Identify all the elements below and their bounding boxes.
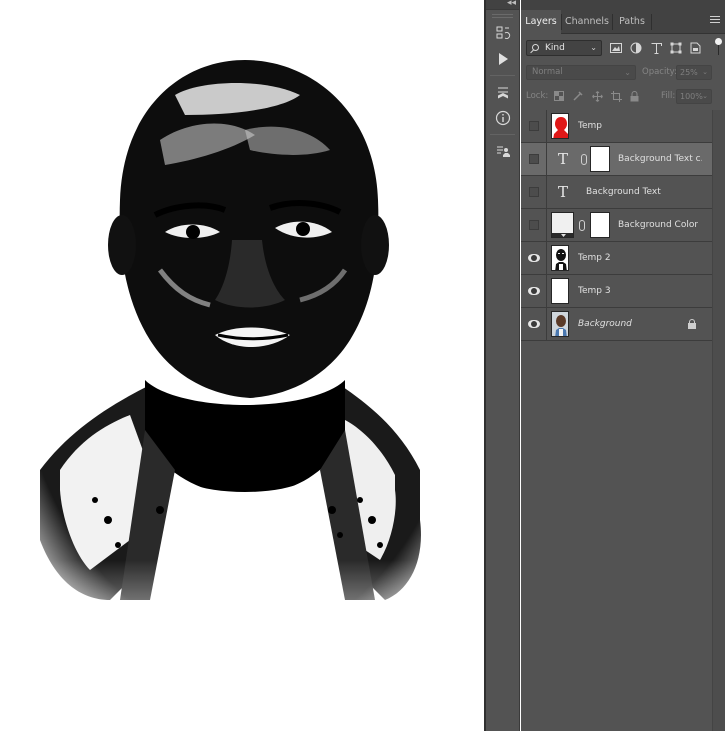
panel-icon-strip	[486, 0, 520, 731]
layer-name: Temp 2	[578, 253, 611, 263]
layer-row-background[interactable]: Background	[521, 308, 712, 341]
layers-list: Temp T Background Text c... T Background…	[521, 110, 712, 341]
tab-paths[interactable]: Paths	[613, 10, 651, 34]
filter-kind-select[interactable]: Kind ⌄	[526, 40, 602, 56]
layers-scrollbar[interactable]	[712, 110, 725, 731]
layer-row-temp[interactable]: Temp	[521, 110, 712, 143]
layer-thumbnail	[551, 245, 569, 271]
blend-mode-select[interactable]: Normal ⌄	[526, 65, 636, 80]
lock-row: Lock: Fill: 100% ⌄	[521, 87, 725, 107]
chevron-down-icon: ⌄	[590, 43, 597, 52]
layer-row-temp-3[interactable]: Temp 3	[521, 275, 712, 308]
panel-header-strip: ◂◂	[507, 0, 725, 10]
strip-separator	[490, 134, 515, 135]
visibility-toggle[interactable]	[521, 110, 547, 142]
layer-name: Temp 3	[578, 286, 611, 296]
layer-name: Background Color	[618, 220, 699, 230]
lock-transparent-pixels-icon[interactable]	[553, 90, 565, 102]
type-layer-icon: T	[557, 150, 568, 168]
chevron-down-icon: ⌄	[624, 68, 631, 77]
strip-separator	[490, 75, 515, 76]
visibility-toggle[interactable]	[521, 275, 547, 307]
layer-mask-thumbnail[interactable]	[590, 146, 610, 172]
strip-grip[interactable]	[492, 14, 513, 18]
blend-row: Normal ⌄ Opacity: 25% ⌄	[521, 63, 725, 83]
layer-thumbnail	[551, 311, 569, 337]
opacity-label: Opacity:	[642, 67, 677, 77]
tab-separator	[651, 14, 652, 30]
info-icon[interactable]	[486, 107, 520, 129]
document-canvas[interactable]	[0, 0, 484, 731]
chevron-down-icon: ⌄	[702, 68, 708, 76]
layer-name: Background Text	[586, 187, 661, 197]
filter-toggle-switch[interactable]	[715, 38, 722, 56]
eye-icon	[527, 254, 540, 262]
visibility-toggle[interactable]	[521, 308, 547, 340]
visibility-off-box	[528, 121, 539, 131]
pixel-filter-icon[interactable]	[609, 41, 623, 55]
adjustment-filter-icon[interactable]	[629, 41, 643, 55]
type-layer-icon: T	[557, 183, 568, 201]
smart-object-filter-icon[interactable]	[688, 41, 702, 55]
opacity-value: 25%	[680, 68, 698, 77]
layer-name: Background	[578, 319, 632, 329]
eye-icon	[527, 320, 540, 328]
layer-thumbnail	[551, 278, 569, 304]
layer-row-background-text-copy[interactable]: T Background Text c...	[521, 143, 712, 176]
chevron-down-icon: ⌄	[702, 92, 708, 100]
visibility-toggle[interactable]	[521, 242, 547, 274]
history-icon[interactable]	[486, 22, 520, 44]
fill-layer-thumbnail	[551, 212, 574, 238]
panel-menu-icon[interactable]	[710, 16, 720, 28]
link-chain-icon[interactable]	[581, 154, 587, 165]
visibility-off-box	[528, 187, 539, 197]
shape-filter-icon[interactable]	[669, 41, 683, 55]
layers-panel: ◂◂ Layers Channels Paths Kind ⌄ Normal ⌄…	[507, 0, 725, 731]
visibility-off-box	[528, 220, 539, 230]
fill-value: 100%	[680, 92, 703, 101]
layer-thumbnail	[551, 113, 569, 139]
search-icon	[532, 44, 539, 51]
lock-image-pixels-icon[interactable]	[572, 90, 584, 102]
play-action-icon[interactable]	[486, 48, 520, 70]
opacity-field[interactable]: 25% ⌄	[676, 65, 712, 80]
tab-layers[interactable]: Layers	[521, 10, 561, 35]
link-chain-icon[interactable]	[579, 220, 585, 231]
clone-source-icon[interactable]	[486, 140, 520, 162]
layer-mask-thumbnail[interactable]	[590, 212, 610, 238]
lock-artboard-icon[interactable]	[610, 90, 622, 102]
type-filter-icon[interactable]	[649, 41, 663, 55]
lock-all-icon[interactable]	[628, 90, 640, 102]
eye-icon	[527, 287, 540, 295]
collapse-panels-icon[interactable]: ◂◂	[507, 0, 516, 8]
blend-mode-value: Normal	[532, 67, 563, 77]
visibility-toggle[interactable]	[521, 143, 547, 175]
visibility-toggle[interactable]	[521, 176, 547, 208]
visibility-off-box	[528, 154, 539, 164]
layer-row-background-text[interactable]: T Background Text	[521, 176, 712, 209]
filter-row: Kind ⌄	[521, 35, 725, 61]
visibility-toggle[interactable]	[521, 209, 547, 241]
fill-label: Fill:	[661, 91, 676, 101]
tab-channels[interactable]: Channels	[562, 10, 612, 34]
filter-kind-label: Kind	[545, 43, 565, 53]
layer-name: Temp	[578, 121, 602, 131]
layer-row-background-color[interactable]: Background Color	[521, 209, 712, 242]
lock-icon	[688, 319, 696, 329]
panel-tab-bar: Layers Channels Paths	[521, 10, 725, 35]
layer-row-temp-2[interactable]: Temp 2	[521, 242, 712, 275]
lock-label: Lock:	[526, 91, 549, 101]
fill-field[interactable]: 100% ⌄	[676, 89, 712, 104]
layer-name: Background Text c...	[618, 154, 702, 164]
portrait-image	[0, 0, 484, 731]
properties-cube-icon[interactable]	[486, 81, 520, 103]
lock-position-icon[interactable]	[591, 90, 603, 102]
